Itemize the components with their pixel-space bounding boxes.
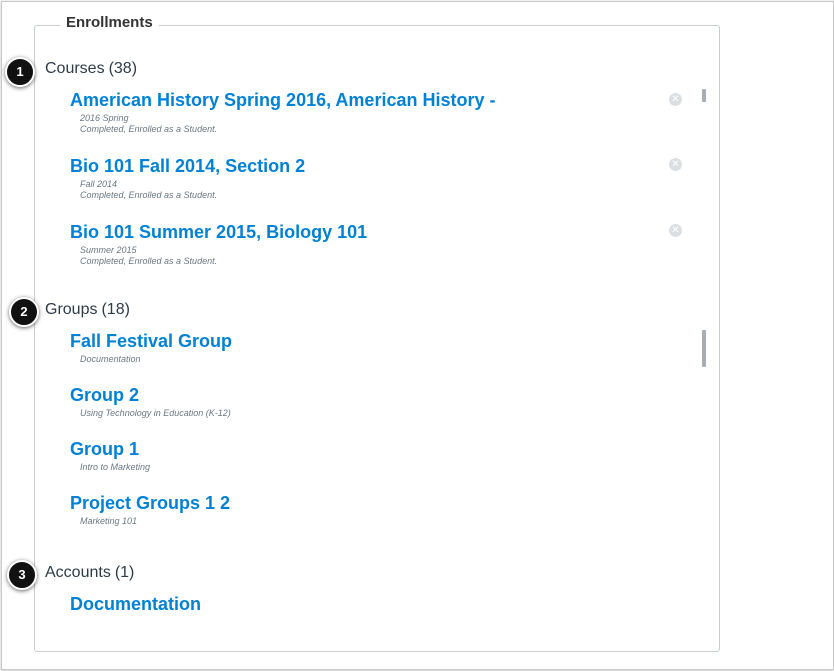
- remove-circle-icon[interactable]: ✕: [669, 158, 682, 171]
- callout-badge-3: 3: [7, 560, 37, 590]
- course-term: Summer 2015: [80, 245, 137, 255]
- course-status: Completed, Enrolled as a Student.: [80, 256, 218, 266]
- course-link[interactable]: American History Spring 2016, American H…: [70, 90, 495, 111]
- course-status: Completed, Enrolled as a Student.: [80, 124, 218, 134]
- group-context: Documentation: [80, 354, 141, 364]
- accounts-count: (1): [114, 564, 135, 581]
- course-link[interactable]: Bio 101 Summer 2015, Biology 101: [70, 222, 367, 243]
- remove-circle-icon[interactable]: ✕: [669, 224, 682, 237]
- course-item: American History Spring 2016, American H…: [70, 90, 495, 135]
- remove-circle-icon[interactable]: ✕: [669, 93, 682, 106]
- group-context: Marketing 101: [80, 516, 138, 526]
- callout-badge-2: 2: [9, 297, 39, 327]
- courses-heading-label: Courses: [45, 60, 105, 77]
- course-term: Fall 2014: [80, 179, 118, 189]
- groups-heading-label: Groups: [45, 301, 98, 318]
- courses-heading: Courses (38): [45, 60, 137, 78]
- course-term: 2016 Spring: [80, 113, 129, 123]
- groups-count: (18): [101, 301, 130, 318]
- course-item: Bio 101 Summer 2015, Biology 101 Summer …: [70, 222, 367, 267]
- course-status: Completed, Enrolled as a Student.: [80, 190, 218, 200]
- group-link[interactable]: Group 2: [70, 385, 231, 406]
- account-item: Documentation: [70, 594, 201, 615]
- callout-badge-1: 1: [5, 57, 35, 87]
- accounts-heading-label: Accounts: [45, 564, 111, 581]
- groups-scrollbar[interactable]: [702, 330, 706, 367]
- group-item: Group 1 Intro to Marketing: [70, 439, 150, 473]
- group-context: Using Technology in Education (K-12): [80, 408, 231, 418]
- course-item: Bio 101 Fall 2014, Section 2 Fall 2014 C…: [70, 156, 305, 201]
- groups-heading: Groups (18): [45, 301, 130, 319]
- courses-count: (38): [108, 60, 138, 77]
- account-link[interactable]: Documentation: [70, 594, 201, 615]
- enrollments-legend: Enrollments: [60, 14, 159, 31]
- group-context: Intro to Marketing: [80, 462, 151, 472]
- course-link[interactable]: Bio 101 Fall 2014, Section 2: [70, 156, 305, 177]
- group-item: Project Groups 1 2 Marketing 101: [70, 493, 230, 527]
- group-link[interactable]: Project Groups 1 2: [70, 493, 230, 514]
- group-item: Group 2 Using Technology in Education (K…: [70, 385, 231, 419]
- group-link[interactable]: Group 1: [70, 439, 150, 460]
- accounts-heading: Accounts (1): [45, 564, 134, 582]
- courses-scrollbar[interactable]: [702, 89, 706, 102]
- group-item: Fall Festival Group Documentation: [70, 331, 232, 365]
- group-link[interactable]: Fall Festival Group: [70, 331, 232, 352]
